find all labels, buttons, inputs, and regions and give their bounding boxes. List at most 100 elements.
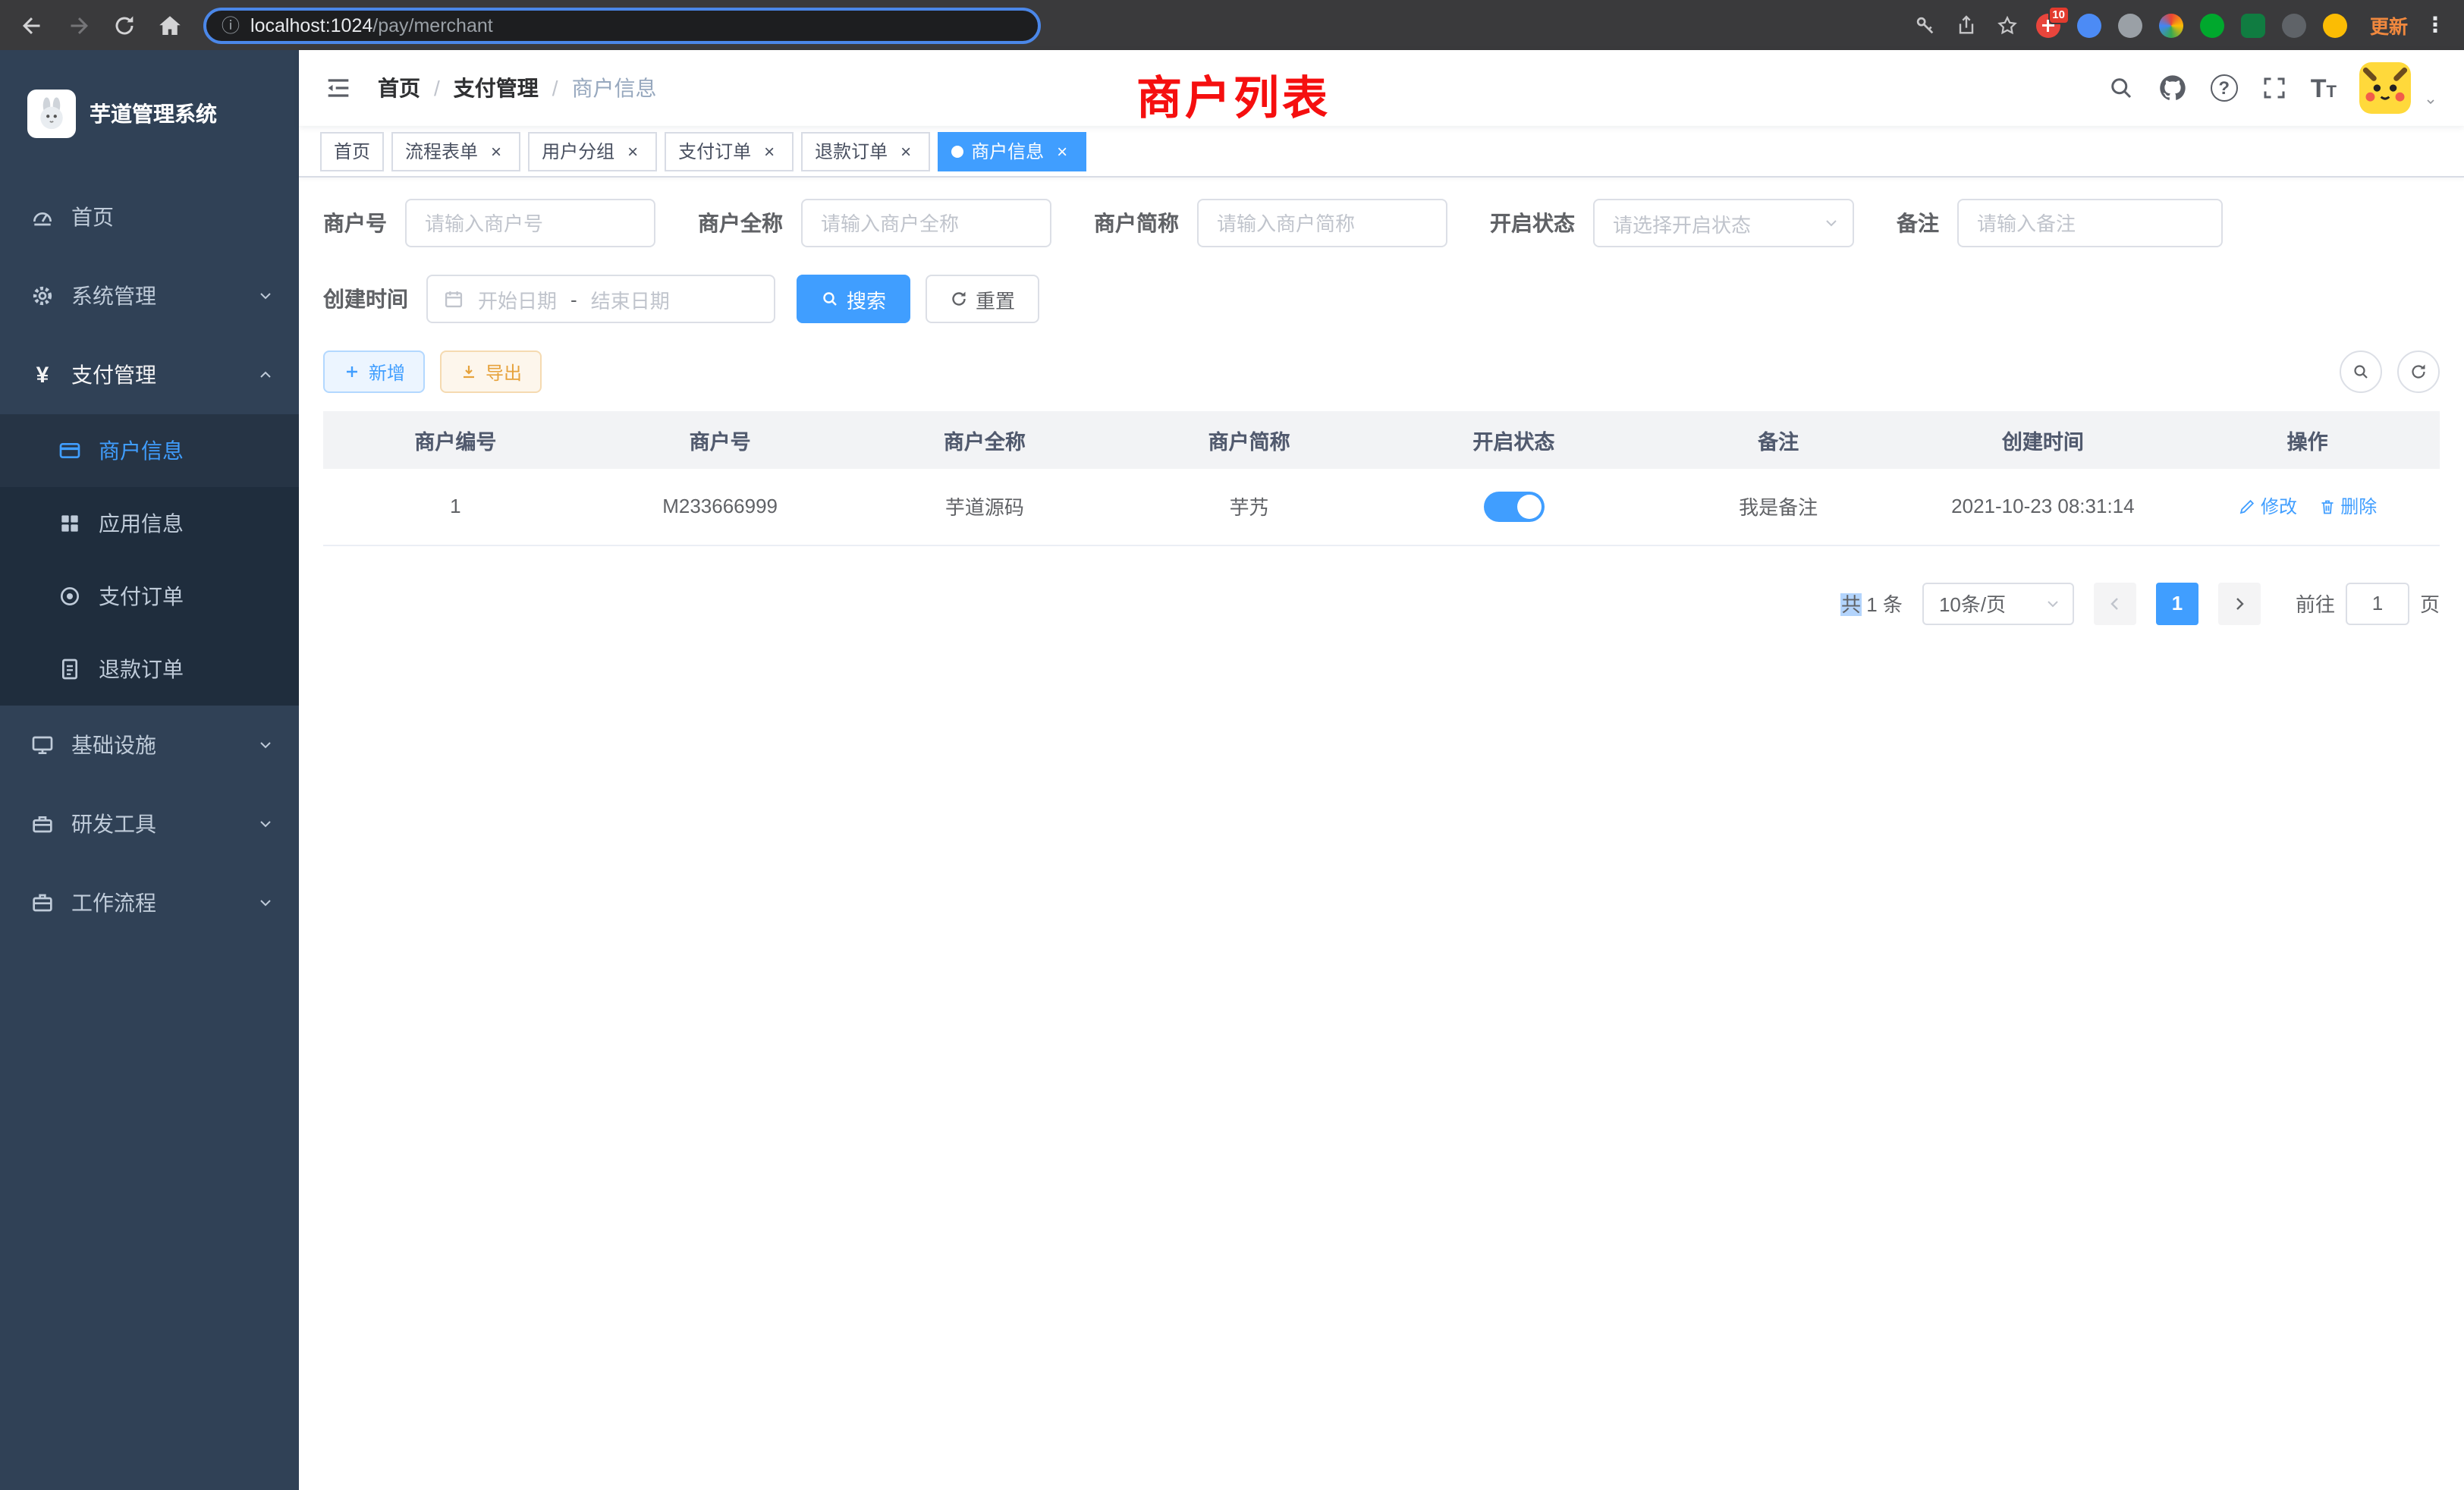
close-icon[interactable]: × [486,140,507,162]
forward-icon[interactable] [65,11,93,39]
sidebar-item-label: 支付管理 [71,360,156,390]
page-size-value: 10条/页 [1939,589,2006,618]
tab-refund-order[interactable]: 退款订单 × [801,131,930,171]
page-content: 商户号 商户全称 商户简称 开启状态 请选择开启状态 [299,178,2464,1490]
sidebar-item-workflow[interactable]: 工作流程 [0,863,299,942]
github-icon[interactable] [2158,73,2188,103]
extension-badge: 10 [2048,5,2070,24]
app-logo[interactable]: 芋道管理系统 [0,50,299,178]
status-switch[interactable] [1483,492,1544,522]
add-button[interactable]: 新增 [323,350,425,393]
hamburger-icon[interactable] [323,73,354,103]
refresh-table-button[interactable] [2397,350,2440,393]
tab-user-group[interactable]: 用户分组 × [528,131,657,171]
trash-icon [2318,497,2336,515]
dashboard-icon [30,205,55,229]
sidebar-item-app-info[interactable]: 应用信息 [0,487,299,560]
bank-card-icon [58,439,82,463]
chevron-down-icon [256,736,275,754]
sidebar-item-refund-order[interactable]: 退款订单 [0,633,299,706]
close-icon[interactable]: × [1051,140,1073,162]
help-icon[interactable]: ? [2211,74,2238,102]
sidebar: 芋道管理系统 首页 系统管理 [0,50,299,1490]
tab-home[interactable]: 首页 [320,131,384,171]
close-icon[interactable]: × [622,140,643,162]
tab-label: 流程表单 [405,138,478,164]
extension-icon-3[interactable] [2118,13,2142,37]
tags-view: 首页 流程表单 × 用户分组 × 支付订单 × 退款订单 × [299,126,2464,178]
screen: ⓘ localhost:1024/pay/merchant 10 更新 ⋮ [0,0,2464,1490]
avatar-caret-icon[interactable] [2422,96,2440,114]
edit-link[interactable]: 修改 [2238,493,2297,519]
merchant-short-name-input[interactable] [1197,199,1447,247]
font-size-icon[interactable]: TT [2311,75,2337,101]
extension-icon-2[interactable] [2077,13,2101,37]
col-merchant-name: 商户全称 [853,411,1117,469]
export-button[interactable]: 导出 [440,350,542,393]
profile-avatar-icon[interactable] [2323,13,2347,37]
next-page-button[interactable] [2218,582,2261,624]
extension-icon-7[interactable] [2282,13,2306,37]
extension-icon-4[interactable] [2159,13,2183,37]
page-size-select[interactable]: 10条/页 [1922,582,2074,624]
yen-icon: ¥ [30,362,55,388]
extension-icon-5[interactable] [2200,13,2224,37]
fullscreen-icon[interactable] [2261,74,2288,102]
tab-pay-order[interactable]: 支付订单 × [665,131,794,171]
cell-status [1381,469,1646,545]
remark-input[interactable] [1957,199,2223,247]
breadcrumb-home[interactable]: 首页 [378,73,420,103]
browser-menu-icon[interactable]: ⋮ [2425,12,2446,38]
delete-link[interactable]: 删除 [2318,493,2377,519]
reload-icon[interactable] [112,13,137,37]
search-icon[interactable] [2107,74,2135,102]
sidebar-item-dev-tools[interactable]: 研发工具 [0,784,299,863]
sidebar-item-infrastructure[interactable]: 基础设施 [0,706,299,784]
sidebar-item-label: 工作流程 [71,888,156,918]
close-icon[interactable]: × [759,140,780,162]
chevron-down-icon [1822,214,1840,232]
bookmark-star-icon[interactable] [1995,13,2019,37]
site-info-icon[interactable]: ⓘ [222,12,240,38]
extension-icon-1[interactable]: 10 [2036,13,2060,37]
cell-merchant-name: 芋道源码 [853,469,1117,545]
calendar-icon [443,288,464,310]
tab-label: 支付订单 [678,138,751,164]
address-bar[interactable]: ⓘ localhost:1024/pay/merchant [203,7,1041,43]
user-avatar[interactable] [2359,62,2411,114]
prev-page-button[interactable] [2094,582,2136,624]
browser-update-button[interactable]: 更新 [2370,11,2408,39]
date-range-picker[interactable]: 开始日期 - 结束日期 [426,275,775,323]
sidebar-item-payment[interactable]: ¥ 支付管理 [0,335,299,414]
close-icon[interactable]: × [895,140,916,162]
status-select-placeholder: 请选择开启状态 [1613,209,1751,237]
download-icon [460,363,478,381]
breadcrumb-payment[interactable]: 支付管理 [454,73,539,103]
toggle-search-button[interactable] [2340,350,2382,393]
tab-label: 首页 [334,138,370,164]
back-icon[interactable] [18,11,46,39]
goto-page-input[interactable] [2346,582,2409,624]
search-button[interactable]: 搜索 [797,275,910,323]
extension-icon-6[interactable] [2241,13,2265,37]
page-1-button[interactable]: 1 [2156,582,2198,624]
tab-process-form[interactable]: 流程表单 × [391,131,520,171]
merchant-no-input[interactable] [405,199,655,247]
filter-merchant-no: 商户号 [323,199,655,247]
password-key-icon[interactable] [1913,13,1938,37]
sidebar-item-system[interactable]: 系统管理 [0,256,299,335]
pagination-total-rest: 1 条 [1861,593,1903,616]
sidebar-item-pay-order[interactable]: 支付订单 [0,560,299,633]
home-icon[interactable] [156,11,184,39]
reset-button[interactable]: 重置 [926,275,1039,323]
toolbar-right [2340,350,2440,393]
sidebar-item-merchant-info[interactable]: 商户信息 [0,414,299,487]
merchant-name-input[interactable] [801,199,1051,247]
col-merchant-no: 商户号 [588,411,853,469]
share-icon[interactable] [1954,13,1978,37]
edit-link-label: 修改 [2261,493,2297,519]
status-select[interactable]: 请选择开启状态 [1593,199,1854,247]
tab-merchant-info[interactable]: 商户信息 × [938,131,1086,171]
briefcase-icon [30,891,55,915]
sidebar-item-home[interactable]: 首页 [0,178,299,256]
